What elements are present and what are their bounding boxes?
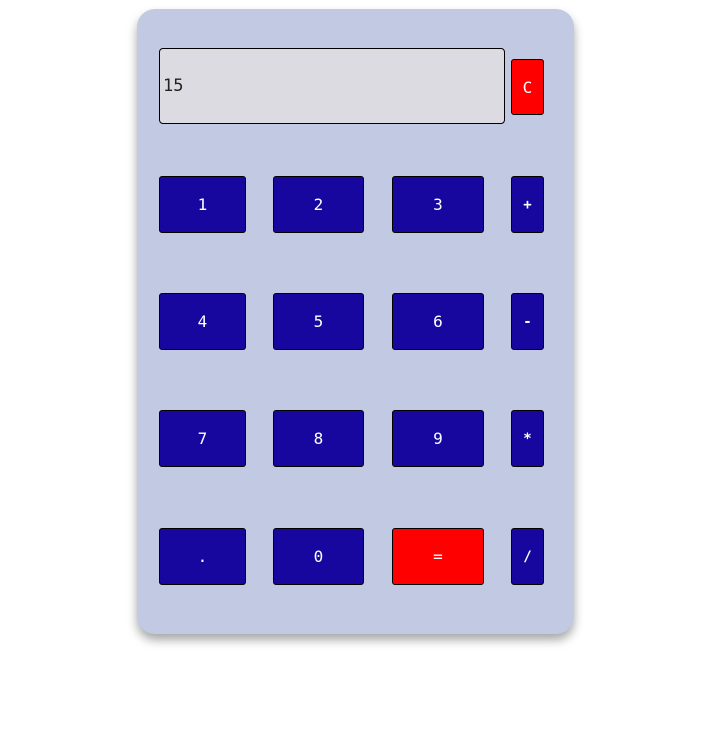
decimal-button[interactable]: .: [159, 528, 246, 585]
calculator-body: 15 C 1 2 3 + 4 5 6 - 7 8 9 * . 0 = /: [137, 9, 574, 634]
digit-4-button[interactable]: 4: [159, 293, 246, 350]
add-button[interactable]: +: [511, 176, 544, 233]
digit-2-button[interactable]: 2: [273, 176, 364, 233]
multiply-button[interactable]: *: [511, 410, 544, 467]
clear-button[interactable]: C: [511, 59, 544, 115]
digit-3-button[interactable]: 3: [392, 176, 484, 233]
display-value: 15: [163, 76, 184, 96]
digit-7-button[interactable]: 7: [159, 410, 246, 467]
digit-0-button[interactable]: 0: [273, 528, 364, 585]
digit-5-button[interactable]: 5: [273, 293, 364, 350]
divide-button[interactable]: /: [511, 528, 544, 585]
digit-1-button[interactable]: 1: [159, 176, 246, 233]
digit-8-button[interactable]: 8: [273, 410, 364, 467]
digit-9-button[interactable]: 9: [392, 410, 484, 467]
display-screen: 15: [159, 48, 505, 124]
digit-6-button[interactable]: 6: [392, 293, 484, 350]
subtract-button[interactable]: -: [511, 293, 544, 350]
equals-button[interactable]: =: [392, 528, 484, 585]
